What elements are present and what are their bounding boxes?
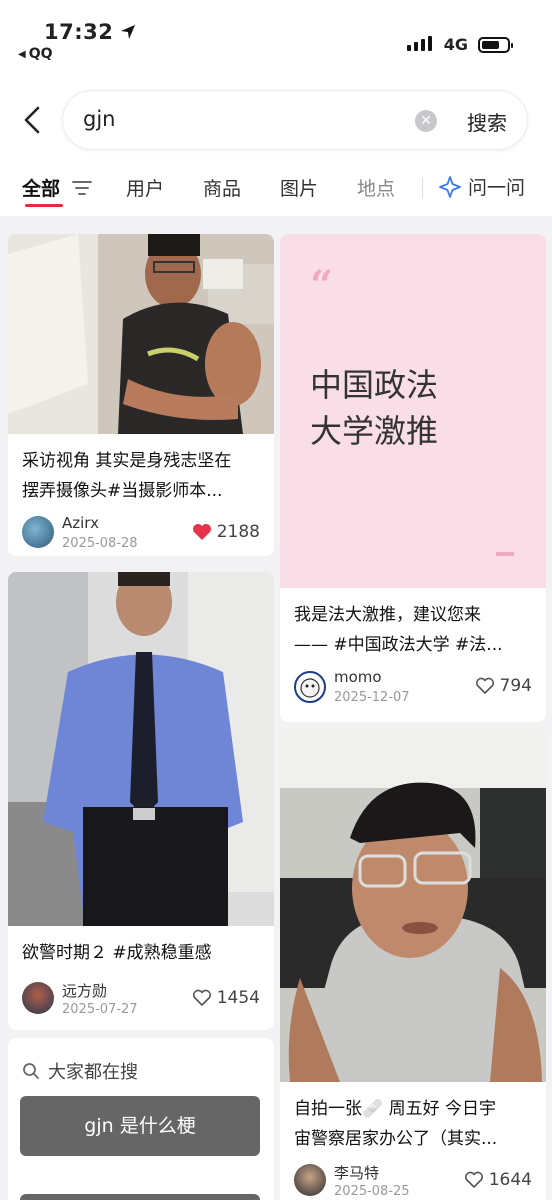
post-card[interactable]: 自拍一张🩹 周五好 今日宇 宙警察居家办公了（其实... 李马特 2025-08… [280, 728, 546, 1200]
post-title-line2: —— #中国政法大学 #法... [294, 635, 503, 655]
heart-outline-icon [475, 677, 494, 694]
ask-button[interactable]: 问一问 [438, 173, 525, 200]
post-image [280, 728, 546, 1082]
quote-image: “ 中国政法 大学激推 [280, 234, 546, 588]
post-title-line2: 摆弄摄像头#当摄影师本... [22, 481, 223, 501]
post-image [8, 572, 274, 926]
post-date: 2025-08-25 [334, 1184, 410, 1199]
network-type: 4G [443, 35, 468, 54]
back-to-app-button[interactable]: ◀ QQ [18, 46, 53, 62]
like-count: 2188 [216, 522, 260, 542]
author-name[interactable]: 李马特 [334, 1162, 379, 1183]
post-title-line1: 采访视角 其实是身残志坚在 [22, 451, 232, 471]
sparkle-star-icon [439, 175, 461, 198]
author-name[interactable]: momo [334, 668, 382, 686]
clock: 17:32 [44, 20, 137, 44]
post-image [8, 234, 274, 434]
signal-icon [407, 36, 432, 51]
status-bar: 17:32 ◀ QQ 4G [0, 0, 552, 80]
heart-outline-icon [192, 989, 211, 1006]
popular-heading-text: 大家都在搜 [48, 1062, 138, 1083]
tab-all[interactable]: 全部 [22, 174, 60, 201]
quote-line2: 大学激推 [310, 412, 439, 450]
back-button[interactable] [18, 100, 48, 140]
chevron-left-icon [24, 106, 40, 134]
like-count: 1454 [216, 988, 260, 1008]
time-text: 17:32 [44, 20, 114, 44]
author-name[interactable]: Azirx [62, 514, 99, 532]
tab-users[interactable]: 用户 [126, 174, 164, 201]
decorative-dash [496, 552, 514, 556]
tab-places[interactable]: 地点 [357, 174, 395, 201]
tab-images[interactable]: 图片 [280, 174, 318, 201]
cartoon-avatar-icon [300, 678, 320, 698]
post-date: 2025-07-27 [62, 1002, 138, 1017]
post-title-line2: 宙警察居家办公了（其实... [294, 1129, 498, 1149]
avatar[interactable] [294, 1164, 326, 1196]
back-triangle-icon: ◀ [18, 48, 26, 60]
post-date: 2025-12-07 [334, 690, 410, 705]
active-tab-indicator [25, 204, 63, 207]
search-submit-button[interactable]: 搜索 [467, 107, 507, 136]
heart-filled-icon [192, 524, 211, 540]
quote-line1-start: 中国 [310, 366, 375, 404]
avatar[interactable] [294, 671, 326, 703]
filter-icon[interactable] [72, 180, 92, 196]
like-button[interactable]: 794 [475, 676, 532, 696]
search-query-text: gjn [83, 107, 116, 131]
post-card[interactable]: 采访视角 其实是身残志坚在 摆弄摄像头#当摄影师本... Azirx 2025-… [8, 234, 274, 556]
popular-searches: 大家都在搜 gjn 是什么梗 [8, 1038, 274, 1200]
battery-icon [478, 37, 513, 53]
like-button[interactable]: 2188 [192, 522, 260, 542]
back-app-label: QQ [28, 46, 53, 62]
category-tabs: 全部 用户 商品 图片 地点 问一问 [0, 160, 552, 216]
quote-mark-icon: “ [310, 262, 334, 309]
tab-separator [422, 178, 423, 198]
avatar[interactable] [22, 982, 54, 1014]
post-title-line1: 自拍一张🩹 周五好 今日宇 [294, 1099, 496, 1119]
like-button[interactable]: 1454 [192, 988, 260, 1008]
search-input[interactable]: gjn ✕ 搜索 [62, 90, 528, 150]
ask-label: 问一问 [468, 177, 526, 199]
search-header: gjn ✕ 搜索 [0, 80, 552, 160]
heart-outline-icon [464, 1171, 483, 1188]
location-arrow-icon [121, 25, 136, 39]
tab-products[interactable]: 商品 [203, 174, 241, 201]
post-card[interactable]: 欲警时期２ #成熟稳重感 远方勋 2025-07-27 1454 [8, 572, 274, 1030]
popular-searches-heading: 大家都在搜 [22, 1058, 138, 1084]
popular-search-item[interactable] [20, 1194, 260, 1200]
like-count: 794 [499, 676, 532, 696]
popular-search-item[interactable]: gjn 是什么梗 [20, 1096, 260, 1156]
author-name[interactable]: 远方勋 [62, 980, 107, 1001]
post-title-line1: 我是法大激推，建议您来 [294, 605, 481, 625]
clear-search-icon[interactable]: ✕ [415, 110, 437, 132]
post-title: 欲警时期２ #成熟稳重感 [22, 943, 212, 963]
like-button[interactable]: 1644 [464, 1170, 532, 1190]
quote-line1-highlight: 政法 [374, 366, 439, 404]
avatar[interactable] [22, 516, 54, 548]
post-card[interactable]: “ 中国政法 大学激推 我是法大激推，建议您来 —— #中国政法大学 #法...… [280, 234, 546, 722]
like-count: 1644 [488, 1170, 532, 1190]
quote-text: 中国政法 大学激推 [310, 362, 438, 454]
post-date: 2025-08-28 [62, 536, 138, 551]
search-icon [23, 1063, 39, 1079]
